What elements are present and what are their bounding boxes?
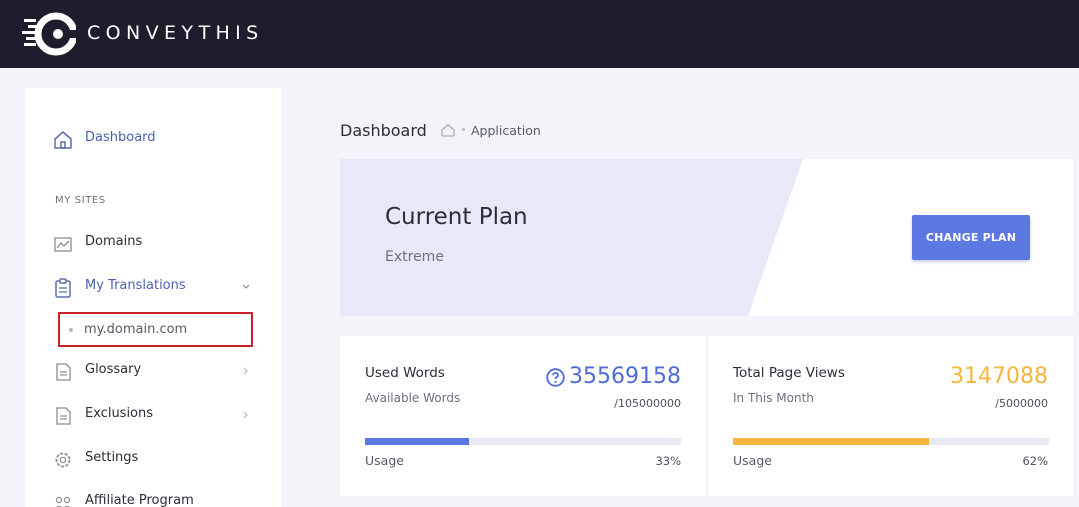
usage-progress-bar — [365, 438, 681, 445]
sidebar-item-dashboard[interactable]: Dashboard — [53, 128, 156, 152]
stat-subtitle: Available Words — [365, 391, 461, 405]
sidebar-item-label: Exclusions — [85, 406, 154, 421]
stat-value: 35569158 — [569, 364, 681, 389]
sidebar-item-affiliate-program[interactable]: Affiliate Program — [53, 491, 194, 507]
sidebar-item-label: Dashboard — [85, 130, 156, 145]
used-words-card: Used Words Available Words 35569158 /105… — [340, 336, 706, 496]
stat-subtitle: In This Month — [733, 391, 814, 405]
question-circle-icon[interactable] — [546, 368, 565, 387]
sidebar-item-label: My Translations — [85, 278, 186, 293]
brand-name: CONVEYTHIS — [87, 22, 264, 44]
clipboard-icon — [55, 278, 71, 298]
usage-percent: 62% — [1022, 454, 1048, 468]
stat-title: Used Words — [365, 365, 445, 381]
top-bar: CONVEYTHIS — [0, 0, 1079, 68]
sub-item-label: my.domain.com — [84, 322, 188, 337]
home-icon — [54, 131, 72, 149]
sidebar-item-label: Settings — [85, 450, 139, 465]
usage-percent: 33% — [655, 454, 681, 468]
sidebar-item-settings[interactable]: Settings — [53, 448, 138, 472]
section-label-my-sites: MY SITES — [55, 195, 106, 206]
chevron-right-icon[interactable] — [239, 408, 253, 422]
chevron-down-icon[interactable] — [239, 280, 253, 294]
chevron-right-icon[interactable] — [239, 364, 253, 378]
breadcrumb-separator — [462, 128, 465, 131]
chart-icon — [54, 237, 72, 252]
usage-label: Usage — [365, 453, 404, 468]
sidebar-item-my-translations[interactable]: My Translations — [53, 276, 250, 300]
page-title: Dashboard — [340, 121, 427, 140]
stat-limit: /105000000 — [614, 397, 681, 410]
sub-item-my-domain[interactable]: my.domain.com — [58, 312, 253, 347]
page-views-card: Total Page Views In This Month 3147088 /… — [708, 336, 1073, 496]
conveythis-logo-icon[interactable] — [22, 11, 76, 57]
usage-progress-fill — [733, 438, 929, 445]
gear-icon — [55, 452, 71, 468]
sidebar: Dashboard MY SITES Domains My Translatio… — [25, 88, 281, 507]
sidebar-item-glossary[interactable]: Glossary — [53, 360, 248, 384]
sidebar-item-label: Affiliate Program — [85, 493, 194, 507]
document-icon — [56, 407, 71, 425]
stat-title: Total Page Views — [733, 365, 845, 381]
usage-label: Usage — [733, 453, 772, 468]
home-icon[interactable] — [440, 122, 456, 138]
bullet-dot-icon — [69, 328, 73, 332]
change-plan-button[interactable]: CHANGE PLAN — [912, 215, 1030, 260]
plan-name: Extreme — [385, 249, 444, 265]
sidebar-item-label: Domains — [85, 234, 143, 249]
plan-title: Current Plan — [385, 204, 528, 230]
sidebar-item-label: Glossary — [85, 362, 142, 377]
document-icon — [56, 363, 71, 381]
sidebar-item-exclusions[interactable]: Exclusions — [53, 404, 248, 428]
stat-value: 3147088 — [950, 364, 1048, 389]
stat-limit: /5000000 — [995, 397, 1048, 410]
current-plan-card: Current Plan Extreme CHANGE PLAN — [340, 159, 1073, 316]
sidebar-item-domains[interactable]: Domains — [53, 232, 142, 256]
usage-progress-fill — [365, 438, 470, 445]
breadcrumb-current: Application — [471, 123, 541, 138]
users-icon — [55, 496, 71, 507]
usage-progress-bar — [733, 438, 1049, 445]
